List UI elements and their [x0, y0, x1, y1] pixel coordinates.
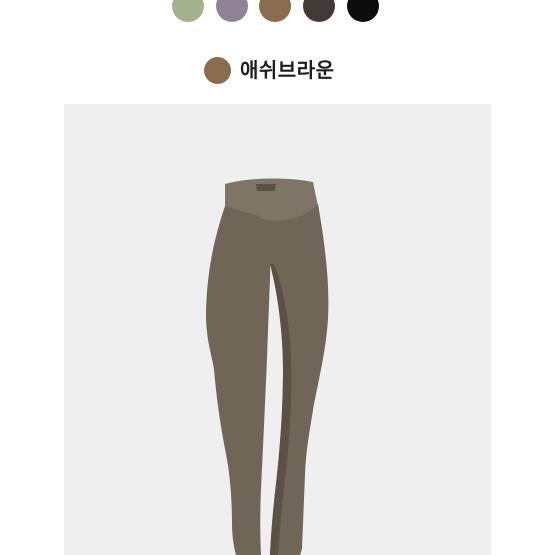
- selected-color-indicator: 애쉬브라운: [204, 56, 335, 84]
- swatch-dark-brown[interactable]: [303, 0, 335, 22]
- swatch-olive-green[interactable]: [172, 0, 204, 22]
- product-color-page: 애쉬브라운: [0, 0, 555, 555]
- leggings-image: [206, 178, 329, 555]
- selected-color-dot: [204, 56, 231, 84]
- swatch-black[interactable]: [347, 0, 379, 22]
- color-swatch-row: [0, 0, 555, 22]
- selected-color-label: 애쉬브라운: [240, 58, 335, 82]
- swatch-ash-brown[interactable]: [259, 0, 291, 22]
- swatch-lavender-gray[interactable]: [216, 0, 248, 22]
- product-image-frame: [64, 104, 491, 555]
